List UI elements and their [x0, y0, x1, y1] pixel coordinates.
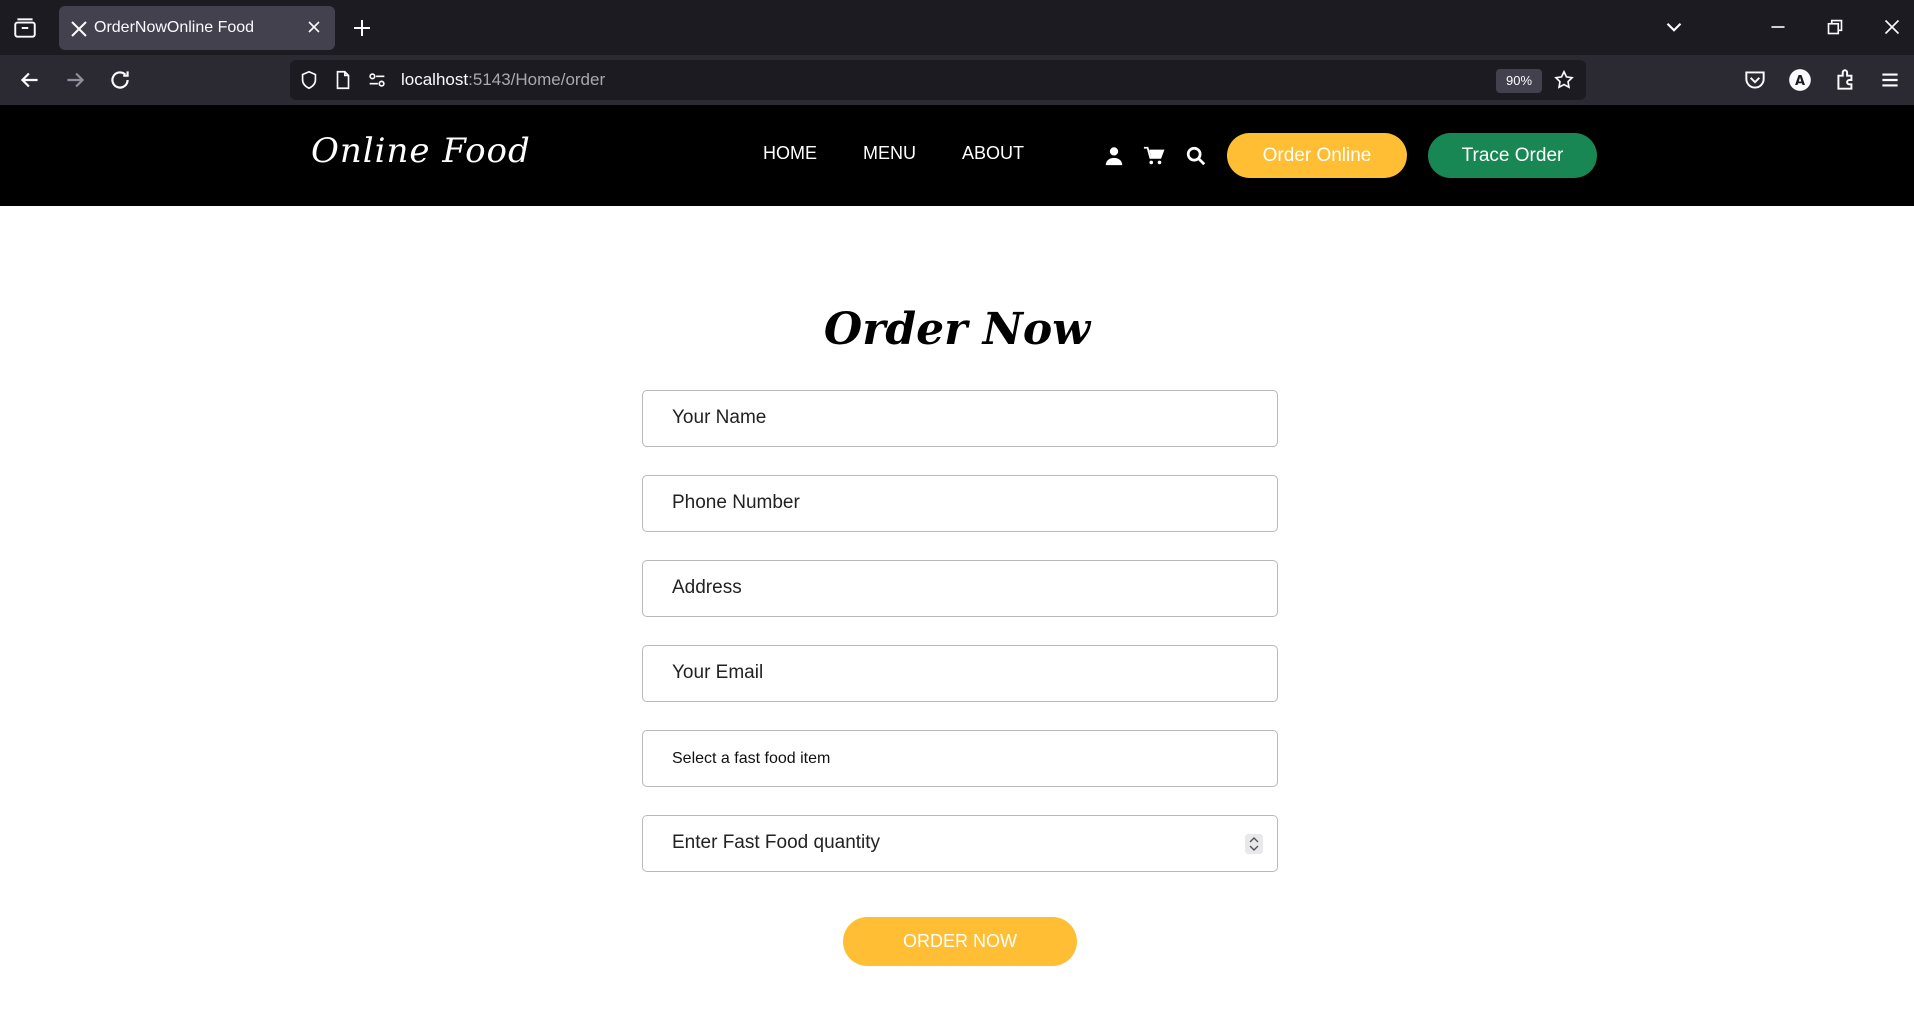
menu-hamburger-icon[interactable] [1877, 67, 1903, 93]
zoom-level-badge[interactable]: 90% [1496, 69, 1542, 93]
bookmark-star-icon[interactable] [1553, 69, 1575, 91]
pocket-icon[interactable] [1742, 67, 1768, 93]
order-online-button[interactable]: Order Online [1227, 133, 1407, 178]
main-nav: HOME MENU ABOUT [763, 143, 1024, 164]
forward-icon[interactable] [62, 67, 88, 93]
tab-list-icon[interactable] [12, 15, 38, 41]
name-input[interactable]: Your Name [642, 390, 1278, 447]
page-icon[interactable] [332, 69, 354, 91]
brand-logo[interactable]: Online Food [311, 131, 531, 171]
utensils-favicon-icon [71, 21, 87, 37]
restore-icon[interactable] [1822, 14, 1848, 40]
site-header: Online Food HOME MENU ABOUT Order Online… [0, 105, 1914, 206]
cart-icon[interactable] [1143, 145, 1165, 167]
trace-order-button[interactable]: Trace Order [1428, 133, 1597, 178]
address-input[interactable]: Address [642, 560, 1278, 617]
back-icon[interactable] [17, 67, 43, 93]
permissions-icon[interactable] [366, 69, 388, 91]
search-icon[interactable] [1185, 145, 1207, 167]
order-now-button[interactable]: ORDER NOW [843, 917, 1077, 966]
active-tab[interactable]: OrderNowOnline Food [59, 6, 335, 50]
quantity-stepper-icon[interactable] [1245, 834, 1263, 854]
page-title: Order Now [823, 304, 1091, 355]
browser-nav-bar: localhost:5143/Home/order 90% A [0, 55, 1914, 105]
new-tab-icon[interactable] [350, 16, 374, 40]
food-item-selected-value: Select a fast food item [672, 750, 831, 767]
quantity-placeholder: Enter Fast Food quantity [672, 832, 881, 853]
name-placeholder: Your Name [672, 407, 767, 428]
extensions-icon[interactable] [1833, 67, 1859, 93]
reload-icon[interactable] [107, 67, 133, 93]
close-window-icon[interactable] [1879, 14, 1905, 40]
account-avatar-icon[interactable]: A [1787, 67, 1813, 93]
phone-input[interactable]: Phone Number [642, 475, 1278, 532]
address-placeholder: Address [672, 577, 742, 598]
browser-tab-strip: OrderNowOnline Food [0, 0, 1914, 55]
nav-home[interactable]: HOME [763, 143, 817, 164]
url-text[interactable]: localhost:5143/Home/order [401, 70, 605, 90]
tab-title: OrderNowOnline Food [94, 19, 255, 36]
url-host: localhost [401, 70, 469, 89]
email-input[interactable]: Your Email [642, 645, 1278, 702]
svg-text:A: A [1795, 74, 1805, 89]
url-path: :5143/Home/order [468, 70, 606, 89]
email-placeholder: Your Email [672, 662, 764, 683]
list-all-tabs-icon[interactable] [1661, 14, 1687, 40]
url-bar[interactable]: localhost:5143/Home/order 90% [290, 60, 1586, 100]
close-tab-icon[interactable] [305, 18, 323, 36]
nav-about[interactable]: ABOUT [962, 143, 1024, 164]
nav-menu[interactable]: MENU [863, 143, 916, 164]
user-icon[interactable] [1103, 145, 1125, 167]
quantity-input[interactable]: Enter Fast Food quantity [642, 815, 1278, 872]
phone-placeholder: Phone Number [672, 492, 800, 513]
food-item-select[interactable]: Select a fast food item [642, 730, 1278, 787]
minimize-icon[interactable] [1765, 14, 1791, 40]
shield-icon[interactable] [298, 69, 320, 91]
